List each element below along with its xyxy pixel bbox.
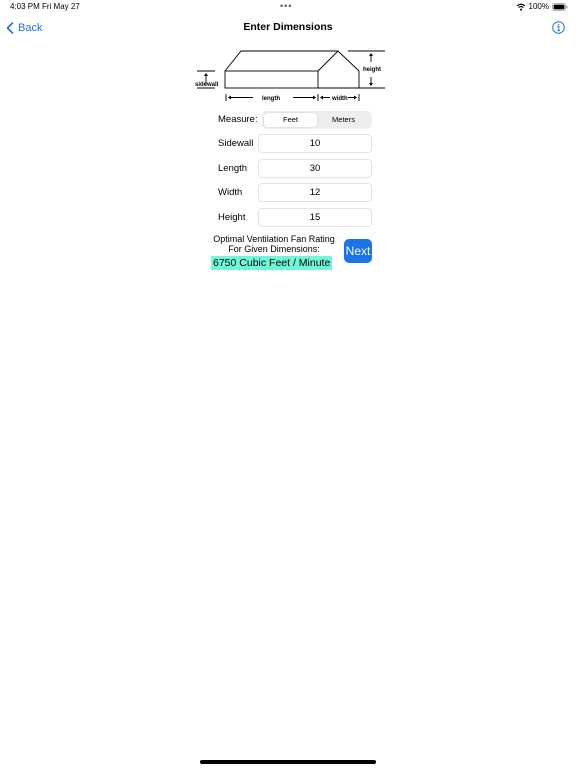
measure-label: Measure: bbox=[218, 114, 258, 125]
wifi-icon bbox=[516, 3, 525, 11]
diagram-side-wall bbox=[224, 70, 319, 89]
diagram-label-width: width bbox=[331, 96, 348, 102]
length-label: Length bbox=[218, 163, 248, 174]
battery-icon bbox=[552, 3, 568, 11]
info-icon[interactable] bbox=[552, 21, 565, 34]
navigation-bar: Back Enter Dimensions bbox=[0, 14, 576, 42]
measure-option-feet[interactable]: Feet bbox=[264, 113, 317, 127]
diagram-label-sidewall: sidewall bbox=[195, 82, 219, 88]
result-value: 6750 Cubic Feet / Minute bbox=[211, 256, 333, 270]
result-line-1: Optimal Ventilation Fan Rating bbox=[213, 234, 335, 244]
width-field[interactable]: 12 bbox=[258, 183, 372, 202]
result-line-2: For Given Dimensions: bbox=[228, 244, 320, 254]
building-diagram: sidewall length width height bbox=[195, 50, 385, 102]
length-field[interactable]: 30 bbox=[258, 159, 372, 178]
measure-segmented-control: Feet Meters bbox=[262, 111, 372, 129]
height-label: Height bbox=[218, 212, 246, 223]
diagram-label-height: height bbox=[363, 67, 381, 73]
result-description: Optimal Ventilation Fan Rating For Given… bbox=[205, 234, 343, 254]
battery-percent: 100% bbox=[528, 2, 549, 11]
status-bar: 4:03 PM Fri May 27 ••• 100% bbox=[0, 0, 576, 14]
height-field[interactable]: 15 bbox=[258, 208, 372, 227]
diagram-gable-end bbox=[317, 50, 360, 89]
diagram-label-length: length bbox=[262, 96, 280, 102]
status-time: 4:03 PM bbox=[10, 2, 40, 11]
status-right: 100% bbox=[516, 0, 568, 14]
next-button[interactable]: Next bbox=[344, 239, 372, 263]
width-label: Width bbox=[218, 187, 243, 198]
page-title: Enter Dimensions bbox=[243, 21, 333, 33]
home-indicator[interactable] bbox=[200, 760, 376, 764]
multitasking-dots-icon[interactable]: ••• bbox=[280, 0, 292, 13]
sidewall-field[interactable]: 10 bbox=[258, 134, 372, 153]
measure-option-meters[interactable]: Meters bbox=[317, 113, 370, 127]
status-date: Fri May 27 bbox=[42, 2, 80, 11]
sidewall-label: Sidewall bbox=[218, 138, 254, 149]
